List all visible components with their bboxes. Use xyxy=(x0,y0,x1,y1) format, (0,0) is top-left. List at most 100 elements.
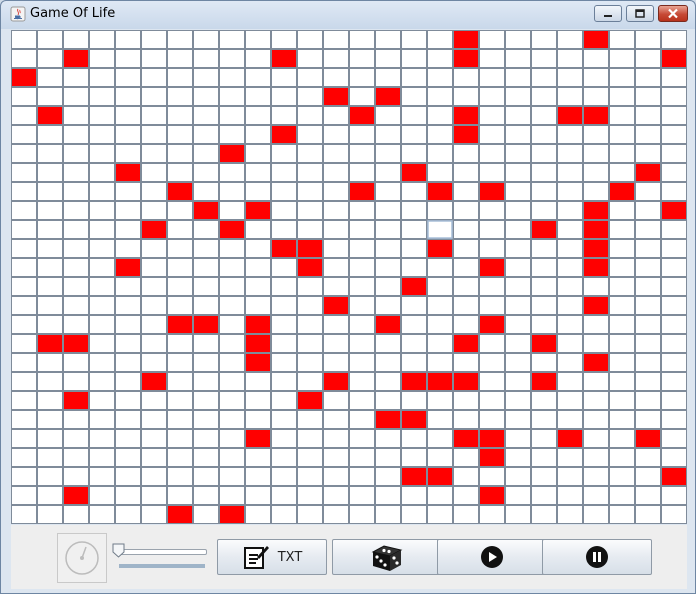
dead-cell[interactable] xyxy=(532,145,556,162)
dead-cell[interactable] xyxy=(662,31,686,48)
dead-cell[interactable] xyxy=(298,183,322,200)
dead-cell[interactable] xyxy=(90,278,114,295)
alive-cell[interactable] xyxy=(116,259,140,276)
dead-cell[interactable] xyxy=(532,411,556,428)
dead-cell[interactable] xyxy=(194,278,218,295)
dead-cell[interactable] xyxy=(454,221,478,238)
alive-cell[interactable] xyxy=(402,411,426,428)
dead-cell[interactable] xyxy=(64,430,88,447)
dead-cell[interactable] xyxy=(350,297,374,314)
dead-cell[interactable] xyxy=(454,240,478,257)
dead-cell[interactable] xyxy=(376,335,400,352)
dead-cell[interactable] xyxy=(662,240,686,257)
dead-cell[interactable] xyxy=(220,164,244,181)
close-button[interactable] xyxy=(658,5,688,22)
dead-cell[interactable] xyxy=(532,31,556,48)
dead-cell[interactable] xyxy=(506,354,530,371)
dead-cell[interactable] xyxy=(142,411,166,428)
dead-cell[interactable] xyxy=(558,316,582,333)
dead-cell[interactable] xyxy=(272,506,296,523)
dead-cell[interactable] xyxy=(480,392,504,409)
dead-cell[interactable] xyxy=(350,335,374,352)
dead-cell[interactable] xyxy=(12,430,36,447)
dead-cell[interactable] xyxy=(402,449,426,466)
dead-cell[interactable] xyxy=(402,335,426,352)
dead-cell[interactable] xyxy=(220,411,244,428)
dead-cell[interactable] xyxy=(402,430,426,447)
dead-cell[interactable] xyxy=(324,392,348,409)
dead-cell[interactable] xyxy=(558,126,582,143)
dead-cell[interactable] xyxy=(324,411,348,428)
dead-cell[interactable] xyxy=(298,373,322,390)
life-grid[interactable] xyxy=(11,30,687,524)
dead-cell[interactable] xyxy=(64,145,88,162)
dead-cell[interactable] xyxy=(194,107,218,124)
dead-cell[interactable] xyxy=(220,31,244,48)
dead-cell[interactable] xyxy=(506,297,530,314)
dead-cell[interactable] xyxy=(142,145,166,162)
alive-cell[interactable] xyxy=(428,468,452,485)
dead-cell[interactable] xyxy=(64,278,88,295)
dead-cell[interactable] xyxy=(142,449,166,466)
dead-cell[interactable] xyxy=(220,126,244,143)
dead-cell[interactable] xyxy=(376,107,400,124)
dead-cell[interactable] xyxy=(64,468,88,485)
dead-cell[interactable] xyxy=(220,392,244,409)
dead-cell[interactable] xyxy=(272,411,296,428)
dead-cell[interactable] xyxy=(584,487,608,504)
dead-cell[interactable] xyxy=(532,202,556,219)
dead-cell[interactable] xyxy=(532,259,556,276)
dead-cell[interactable] xyxy=(584,335,608,352)
alive-cell[interactable] xyxy=(64,335,88,352)
dead-cell[interactable] xyxy=(142,487,166,504)
dead-cell[interactable] xyxy=(272,69,296,86)
dead-cell[interactable] xyxy=(272,88,296,105)
dead-cell[interactable] xyxy=(428,202,452,219)
dead-cell[interactable] xyxy=(168,468,192,485)
dead-cell[interactable] xyxy=(272,354,296,371)
dead-cell[interactable] xyxy=(428,69,452,86)
dead-cell[interactable] xyxy=(506,506,530,523)
alive-cell[interactable] xyxy=(64,50,88,67)
dead-cell[interactable] xyxy=(12,506,36,523)
alive-cell[interactable] xyxy=(584,221,608,238)
dead-cell[interactable] xyxy=(636,297,660,314)
dead-cell[interactable] xyxy=(376,164,400,181)
alive-cell[interactable] xyxy=(480,259,504,276)
dead-cell[interactable] xyxy=(220,183,244,200)
dead-cell[interactable] xyxy=(116,50,140,67)
dead-cell[interactable] xyxy=(38,278,62,295)
dead-cell[interactable] xyxy=(610,126,634,143)
dead-cell[interactable] xyxy=(610,335,634,352)
dead-cell[interactable] xyxy=(662,297,686,314)
dead-cell[interactable] xyxy=(116,449,140,466)
dead-cell[interactable] xyxy=(636,278,660,295)
dead-cell[interactable] xyxy=(168,107,192,124)
alive-cell[interactable] xyxy=(428,373,452,390)
dead-cell[interactable] xyxy=(168,449,192,466)
dead-cell[interactable] xyxy=(116,107,140,124)
alive-cell[interactable] xyxy=(662,468,686,485)
dead-cell[interactable] xyxy=(38,468,62,485)
dead-cell[interactable] xyxy=(246,31,270,48)
dead-cell[interactable] xyxy=(376,259,400,276)
dead-cell[interactable] xyxy=(194,50,218,67)
dead-cell[interactable] xyxy=(298,164,322,181)
dead-cell[interactable] xyxy=(402,183,426,200)
dead-cell[interactable] xyxy=(12,392,36,409)
dead-cell[interactable] xyxy=(116,221,140,238)
dead-cell[interactable] xyxy=(376,392,400,409)
dead-cell[interactable] xyxy=(324,259,348,276)
dead-cell[interactable] xyxy=(142,430,166,447)
dead-cell[interactable] xyxy=(38,183,62,200)
dead-cell[interactable] xyxy=(194,506,218,523)
dead-cell[interactable] xyxy=(142,50,166,67)
dead-cell[interactable] xyxy=(12,411,36,428)
dead-cell[interactable] xyxy=(12,487,36,504)
dead-cell[interactable] xyxy=(194,69,218,86)
dead-cell[interactable] xyxy=(376,487,400,504)
dead-cell[interactable] xyxy=(142,392,166,409)
dead-cell[interactable] xyxy=(480,145,504,162)
dead-cell[interactable] xyxy=(428,88,452,105)
dead-cell[interactable] xyxy=(168,88,192,105)
